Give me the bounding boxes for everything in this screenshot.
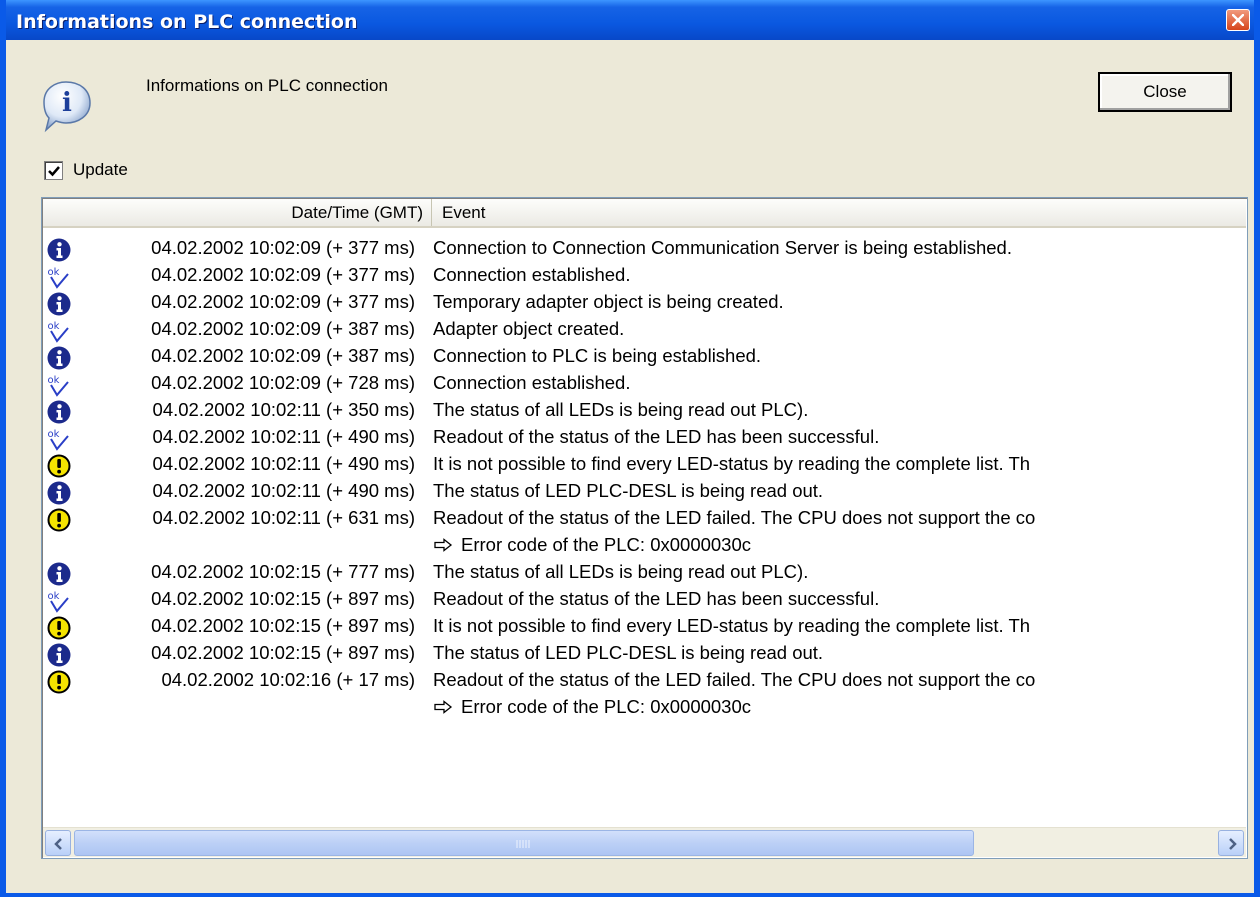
update-label: Update <box>73 160 128 179</box>
log-row[interactable]: 04.02.2002 10:02:15 (+ 777 ms) The status… <box>42 560 1247 587</box>
log-row[interactable]: ok 04.02.2002 10:02:09 (+ 728 ms) Connecti… <box>42 371 1247 398</box>
log-rows: 04.02.2002 10:02:09 (+ 377 ms) Connection… <box>42 236 1247 722</box>
log-datetime: 04.02.2002 10:02:09 (+ 728 ms) <box>151 372 415 393</box>
log-row[interactable]: ok 04.02.2002 10:02:09 (+ 387 ms) Adapter … <box>42 317 1247 344</box>
log-datetime: 04.02.2002 10:02:11 (+ 490 ms) <box>152 453 415 474</box>
arrow-left-icon <box>54 838 62 850</box>
log-event: The status of LED PLC-DESL is being read… <box>433 480 824 501</box>
log-event: It is not possible to find every LED-sta… <box>433 615 1031 636</box>
svg-text:i: i <box>62 88 72 118</box>
log-row[interactable]: 04.02.2002 10:02:16 (+ 17 ms) Readout of … <box>42 668 1247 695</box>
log-event: The status of all LEDs is being read out… <box>433 399 809 420</box>
svg-text:ok: ok <box>48 429 60 440</box>
log-datetime: 04.02.2002 10:02:15 (+ 777 ms) <box>151 561 415 582</box>
log-event: Connection established. <box>433 372 631 393</box>
log-row[interactable]: ok 04.02.2002 10:02:11 (+ 490 ms) Readout … <box>42 425 1247 452</box>
log-row[interactable]: ok 04.02.2002 10:02:15 (+ 897 ms) Readout … <box>42 587 1247 614</box>
log-event: Readout of the status of the LED failed.… <box>433 669 1036 690</box>
update-checkbox-row[interactable]: Update <box>44 160 128 180</box>
grip-icon <box>516 840 530 848</box>
log-datetime: 04.02.2002 10:02:15 (+ 897 ms) <box>151 615 415 636</box>
horizontal-scrollbar[interactable] <box>43 827 1246 857</box>
header-label: Informations on PLC connection <box>146 76 388 95</box>
log-datetime: 04.02.2002 10:02:15 (+ 897 ms) <box>151 588 415 609</box>
svg-text:ok: ok <box>48 321 60 332</box>
arrow-right-icon <box>1229 838 1237 850</box>
update-checkbox[interactable] <box>44 160 63 180</box>
info-bubble-icon: i <box>36 78 94 141</box>
checkmark-icon <box>48 165 60 176</box>
log-detail-text: Error code of the PLC: 0x0000030c <box>461 534 752 555</box>
log-row-detail[interactable]: Error code of the PLC: 0x0000030c <box>42 695 1247 722</box>
log-row[interactable]: 04.02.2002 10:02:09 (+ 387 ms) Connection… <box>42 344 1247 371</box>
log-datetime: 04.02.2002 10:02:16 (+ 17 ms) <box>161 669 415 690</box>
log-row[interactable]: 04.02.2002 10:02:11 (+ 350 ms) The status… <box>42 398 1247 425</box>
log-event: Adapter object created. <box>433 318 625 339</box>
dialog-window: Informations on PLC connection i Informa… <box>0 0 1260 897</box>
log-datetime: 04.02.2002 10:02:15 (+ 897 ms) <box>151 642 415 663</box>
log-event: Connection to Connection Communication S… <box>433 237 1012 258</box>
log-event: Temporary adapter object is being create… <box>433 291 784 312</box>
log-event: Connection to PLC is being established. <box>433 345 762 366</box>
log-row[interactable]: 04.02.2002 10:02:09 (+ 377 ms) Connection… <box>42 236 1247 263</box>
log-event: The status of all LEDs is being read out… <box>433 561 809 582</box>
title-bar[interactable]: Informations on PLC connection <box>6 0 1254 40</box>
log-datetime: 04.02.2002 10:02:11 (+ 631 ms) <box>152 507 415 528</box>
log-datetime: 04.02.2002 10:02:11 (+ 350 ms) <box>152 399 415 420</box>
log-row[interactable]: 04.02.2002 10:02:15 (+ 897 ms) It is not … <box>42 614 1247 641</box>
list-header: Date/Time (GMT) Event <box>43 199 1246 228</box>
scroll-thumb[interactable] <box>74 830 974 856</box>
svg-text:ok: ok <box>48 591 60 602</box>
log-row[interactable]: 04.02.2002 10:02:15 (+ 897 ms) The status… <box>42 641 1247 668</box>
log-datetime: 04.02.2002 10:02:09 (+ 377 ms) <box>151 264 415 285</box>
log-row[interactable]: 04.02.2002 10:02:09 (+ 377 ms) Temporary … <box>42 290 1247 317</box>
log-event: It is not possible to find every LED-sta… <box>433 453 1031 474</box>
column-header-datetime[interactable]: Date/Time (GMT) <box>43 199 432 226</box>
scroll-left-button[interactable] <box>45 830 71 856</box>
log-datetime: 04.02.2002 10:02:09 (+ 387 ms) <box>151 345 415 366</box>
scroll-right-button[interactable] <box>1218 830 1244 856</box>
log-detail: Error code of the PLC: 0x0000030c <box>433 534 751 557</box>
log-datetime: 04.02.2002 10:02:11 (+ 490 ms) <box>152 480 415 501</box>
arrow-right-icon <box>433 697 453 719</box>
log-detail: Error code of the PLC: 0x0000030c <box>433 696 751 719</box>
svg-text:ok: ok <box>48 267 60 278</box>
column-header-event[interactable]: Event <box>433 199 485 226</box>
window-close-icon[interactable] <box>1226 9 1250 31</box>
log-datetime: 04.02.2002 10:02:11 (+ 490 ms) <box>152 426 415 447</box>
log-datetime: 04.02.2002 10:02:09 (+ 387 ms) <box>151 318 415 339</box>
log-row[interactable]: ok 04.02.2002 10:02:09 (+ 377 ms) Connecti… <box>42 263 1247 290</box>
log-event: Connection established. <box>433 264 631 285</box>
log-event: Readout of the status of the LED has bee… <box>433 426 880 447</box>
log-row[interactable]: 04.02.2002 10:02:11 (+ 490 ms) The status… <box>42 479 1247 506</box>
log-datetime: 04.02.2002 10:02:09 (+ 377 ms) <box>151 291 415 312</box>
log-row[interactable]: 04.02.2002 10:02:11 (+ 631 ms) Readout of… <box>42 506 1247 533</box>
window-title: Informations on PLC connection <box>16 11 358 33</box>
log-detail-text: Error code of the PLC: 0x0000030c <box>461 696 752 717</box>
log-event: The status of LED PLC-DESL is being read… <box>433 642 824 663</box>
svg-text:ok: ok <box>48 375 60 386</box>
log-row[interactable]: 04.02.2002 10:02:11 (+ 490 ms) It is not … <box>42 452 1247 479</box>
log-row-detail[interactable]: Error code of the PLC: 0x0000030c <box>42 533 1247 560</box>
log-event: Readout of the status of the LED has bee… <box>433 588 880 609</box>
event-log-list[interactable]: Date/Time (GMT) Event 04.02.2002 10:02:0… <box>41 197 1248 859</box>
log-datetime: 04.02.2002 10:02:09 (+ 377 ms) <box>151 237 415 258</box>
log-event: Readout of the status of the LED failed.… <box>433 507 1036 528</box>
close-button[interactable]: Close <box>1098 72 1232 112</box>
arrow-right-icon <box>433 535 453 557</box>
